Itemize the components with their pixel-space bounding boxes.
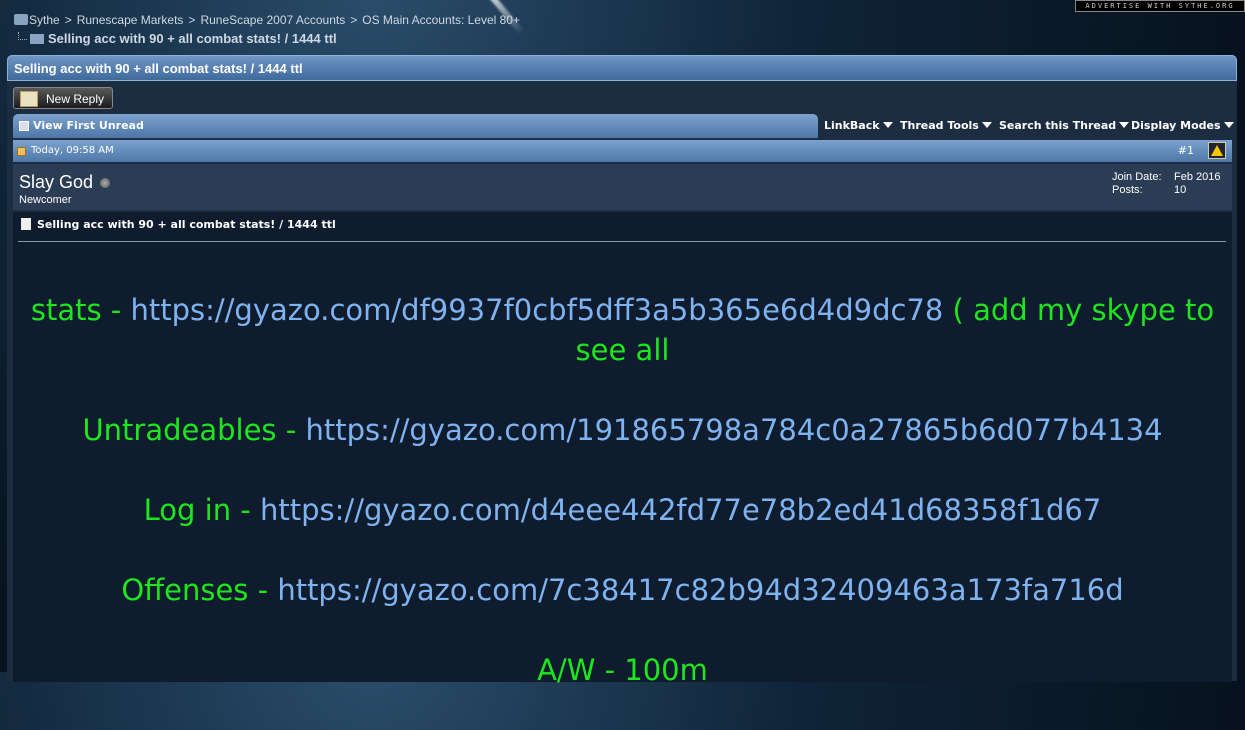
chevron-down-icon: [1119, 122, 1130, 128]
breadcrumb-sythe[interactable]: Sythe: [29, 13, 60, 27]
post-user-info: Slay God Newcomer Join Date: Feb 2016 Pos…: [13, 164, 1232, 210]
message-line-stats: stats - https://gyazo.com/df9937f0cbf5df…: [13, 290, 1232, 370]
home-icon: [14, 14, 28, 25]
header-background: [0, 0, 1245, 60]
pencil-icon: [20, 91, 38, 107]
user-stats: Join Date: Feb 2016 Posts: 10: [1112, 171, 1220, 197]
post-content: Selling acc with 90 + all combat stats! …: [13, 212, 1232, 687]
thread-tools-label: Thread Tools: [900, 119, 979, 132]
document-icon: [21, 218, 31, 230]
post-message: stats - https://gyazo.com/df9937f0cbf5df…: [13, 290, 1232, 730]
stats-link[interactable]: https://gyazo.com/df9937f0cbf5dff3a5b365…: [130, 293, 943, 327]
offenses-link[interactable]: https://gyazo.com/7c38417c82b94d32409463…: [277, 573, 1123, 607]
aw-label: A/W - 100m: [537, 653, 708, 687]
breadcrumb: Sythe > Runescape Markets > RuneScape 2007 A…: [14, 13, 520, 27]
search-thread-label: Search this Thread: [999, 119, 1117, 132]
untradeables-link[interactable]: https://gyazo.com/191865798a784c0a27865b…: [305, 413, 1162, 447]
chevron-down-icon: [882, 122, 893, 128]
display-modes-menu[interactable]: Display Modes: [1131, 119, 1234, 132]
linkback-label: LinkBack: [824, 119, 880, 132]
folder-icon: [30, 34, 44, 44]
post-date: Today, 09:58 AM: [31, 145, 114, 156]
login-link[interactable]: https://gyazo.com/d4eee442fd77e78b2ed41d…: [260, 493, 1101, 527]
search-thread-menu[interactable]: Search this Thread: [999, 119, 1130, 132]
post-title-text: Selling acc with 90 + all combat stats! …: [37, 218, 336, 231]
new-reply-label: New Reply: [46, 92, 105, 106]
message-line-aw: A/W - 100m: [13, 650, 1232, 690]
post-status-icon: [17, 147, 26, 156]
thread-tools-menu[interactable]: Thread Tools: [900, 119, 992, 132]
offline-status-icon: [100, 178, 111, 188]
message-line-login: Log in - https://gyazo.com/d4eee442fd77e…: [13, 490, 1232, 530]
linkback-menu[interactable]: LinkBack: [824, 119, 893, 132]
login-label: Log in -: [143, 493, 261, 527]
message-line-offenses: Offenses - https://gyazo.com/7c38417c82b…: [13, 570, 1232, 610]
username[interactable]: Slay God: [19, 172, 111, 193]
divider: [18, 241, 1226, 242]
posts-count: 10: [1174, 184, 1187, 196]
advertise-banner[interactable]: ADVERTISE WITH SYTHE.ORG: [1075, 0, 1245, 12]
breadcrumb-current: Selling acc with 90 + all combat stats! …: [18, 31, 337, 46]
new-reply-button[interactable]: New Reply: [13, 87, 113, 109]
join-date: Feb 2016: [1174, 171, 1221, 183]
post-header: Today, 09:58 AM #1: [13, 140, 1232, 162]
stats-label: stats -: [30, 293, 131, 327]
breadcrumb-os-main-accounts[interactable]: OS Main Accounts: Level 80+: [362, 13, 520, 27]
untradeables-label: Untradeables -: [82, 413, 306, 447]
view-first-unread-tab[interactable]: View First Unread: [13, 114, 818, 138]
chevron-down-icon: [1223, 122, 1234, 128]
breadcrumb-rs2007-accounts[interactable]: RuneScape 2007 Accounts: [200, 13, 345, 27]
username-text: Slay God: [19, 172, 94, 192]
offenses-label: Offenses -: [121, 573, 278, 607]
display-modes-label: Display Modes: [1131, 119, 1221, 132]
join-date-label: Join Date:: [1112, 171, 1162, 183]
message-line-untradeables: Untradeables - https://gyazo.com/1918657…: [13, 410, 1232, 450]
post-number-link[interactable]: #1: [1178, 140, 1194, 162]
thread-title-bar: Selling acc with 90 + all combat stats! …: [7, 55, 1237, 81]
chevron-down-icon: [981, 122, 992, 128]
posts-label: Posts:: [1112, 184, 1143, 196]
report-post-icon[interactable]: [1208, 142, 1226, 159]
breadcrumb-runescape-markets[interactable]: Runescape Markets: [77, 13, 184, 27]
view-first-unread-label: View First Unread: [33, 119, 144, 132]
checkmark-icon: [19, 121, 29, 131]
post-title: Selling acc with 90 + all combat stats! …: [21, 218, 336, 231]
breadcrumb-thread-title: Selling acc with 90 + all combat stats! …: [48, 31, 337, 46]
user-title: Newcomer: [19, 194, 72, 206]
